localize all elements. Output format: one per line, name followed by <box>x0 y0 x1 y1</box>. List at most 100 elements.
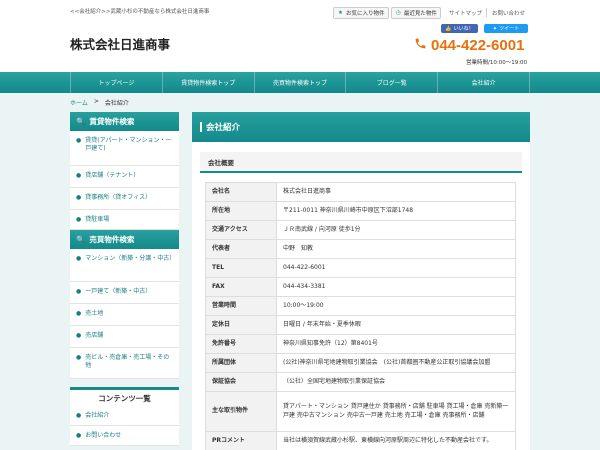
sidebar-item-sale-mansion[interactable]: ● マンション（新築・分譲・中古） <box>70 249 179 282</box>
phone-text: 044-422-6001 <box>431 37 525 54</box>
row-value: 10:00～19:00 <box>276 296 516 316</box>
recent-label: 最近見た物件 <box>403 11 437 17</box>
breadcrumb-separator: > <box>93 98 99 105</box>
like-label: いいね！ <box>453 26 474 32</box>
search-icon: 🔍 <box>76 235 86 244</box>
table-row: 代表者 中野 知教 <box>205 239 516 259</box>
bullet-icon: ● <box>76 354 82 361</box>
header: <<会社紹介>>武蔵小杉の不動産なら株式会社日進商事 ★ お気に入り物件 ◷ 最… <box>0 0 600 72</box>
table-row: PRコメント 当社は横須賀線武蔵小杉駅、東横線向河原駅周辺に特化した不動産会社です… <box>205 431 516 450</box>
row-value: 044-434-3381 <box>276 277 516 297</box>
contact-link[interactable]: お問い合わせ <box>492 9 525 17</box>
sidebar-item-sale-house[interactable]: ● 一戸建て（新築・中古） <box>70 282 179 304</box>
row-label: TEL <box>205 258 277 278</box>
favorites-label: お気に入り物件 <box>345 11 385 17</box>
row-label: 代表者 <box>205 239 277 259</box>
table-row: 交通アクセス ＪＲ南武線 / 向河原 徒歩1分 <box>205 220 516 240</box>
clock-icon: ◷ <box>396 10 401 16</box>
search-icon: 🔍 <box>76 117 86 126</box>
sidebar: 🔍 賃貸物件検索 ● 賃貸(アパート・マンション・一戸建て) ● 貸店舗（テナン… <box>70 112 179 446</box>
sidebar-item-label: 一戸建て（新築・中古） <box>85 288 152 295</box>
sidebar-item-sale-shop[interactable]: ● 売店舗 <box>70 326 179 348</box>
sale-search-heading: 🔍 売買物件検索 <box>70 230 179 249</box>
table-row: 定休日 日曜日 / 年末年始・夏季休暇 <box>205 315 516 335</box>
bird-icon: ✦ <box>492 25 498 32</box>
sidebar-item-label: 売ビル・売倉庫・売工場・その他 <box>85 354 170 370</box>
nav-rent-search[interactable]: 賃貸物件検索トップ <box>161 72 254 93</box>
sidebar-item-sale-other[interactable]: ● 売ビル・売倉庫・売工場・その他 <box>70 348 179 379</box>
bar-icon <box>200 122 202 132</box>
header-divider <box>486 8 487 17</box>
row-label: FAX <box>205 277 277 297</box>
sidebar-item-rent-residential[interactable]: ● 賃貸(アパート・マンション・一戸建て) <box>70 131 179 166</box>
row-value: (公社)神奈川県宅地建物取引業協会 (公社)首都圏不動産公正取引協議会加盟 <box>276 353 516 373</box>
bullet-icon: ● <box>76 310 82 317</box>
table-row: TEL 044-422-6001 <box>205 258 516 278</box>
favorites-button[interactable]: ★ お気に入り物件 <box>333 7 389 19</box>
sidebar-item-label: お問い合わせ <box>85 432 122 439</box>
bullet-icon: ● <box>76 412 82 419</box>
row-value: 044-422-6001 <box>276 258 516 278</box>
site-tagline: <<会社紹介>>武蔵小杉の不動産なら株式会社日進商事 <box>70 9 210 15</box>
row-label: 定休日 <box>205 315 277 335</box>
page-title: 会社紹介 <box>192 112 530 142</box>
row-label: 交通アクセス <box>205 220 277 240</box>
company-info-table: 会社名 株式会社日進商事 所在地 〒211-0011 神奈川県川崎市中原区下沼部174… <box>205 182 516 450</box>
sidebar-item-label: 貸事務所（貸オフィス） <box>85 194 152 201</box>
row-value: 中野 知教 <box>276 239 516 259</box>
breadcrumb-current: 会社紹介 <box>104 100 129 107</box>
global-nav: トップページ 賃貸物件検索トップ 売買物件検索トップ ブログ一覧 会社紹介 <box>0 72 600 93</box>
sidebar-item-label: 会社紹介 <box>85 412 110 419</box>
table-row: 保証協会 （公社）全国宅地建物取引業保証協会 <box>205 372 516 392</box>
rent-search-title: 賃貸物件検索 <box>89 117 135 126</box>
nav-sale-search[interactable]: 売買物件検索トップ <box>253 72 346 93</box>
business-hours: 営業時間/10:00～19:00 <box>466 60 528 66</box>
sidebar-item-rent-shop[interactable]: ● 貸店舗（テナント） <box>70 166 179 188</box>
sidebar-item-rent-parking[interactable]: ● 貸駐車場 <box>70 210 179 230</box>
row-value: ＪＲ南武線 / 向河原 徒歩1分 <box>276 220 516 240</box>
bullet-icon: ● <box>76 216 82 223</box>
bullet-icon: ● <box>76 255 82 262</box>
row-value: 貸アパート・マンション 貸戸建住か 貸事務所・店舗 駐車場 貸工場・倉庫 売新築… <box>276 391 516 432</box>
star-icon: ★ <box>338 10 343 16</box>
sidebar-item-company[interactable]: ● 会社紹介 <box>70 406 179 426</box>
row-label: 所属団体 <box>205 353 277 373</box>
site-logo[interactable]: 株式会社日進商事 <box>70 34 170 53</box>
row-value: 株式会社日進商事 <box>276 182 516 202</box>
row-value: （公社）全国宅地建物取引業保証協会 <box>276 372 516 392</box>
bullet-icon: ● <box>76 172 82 179</box>
table-row: 営業時間 10:00～19:00 <box>205 296 516 316</box>
sidebar-item-rent-office[interactable]: ● 貸事務所（貸オフィス） <box>70 188 179 210</box>
phone-number[interactable]: 044-422-6001 <box>414 37 524 54</box>
tweet-label: ツイート <box>499 26 520 32</box>
nav-top[interactable]: トップページ <box>70 72 162 93</box>
table-row: 主な取引物件 貸アパート・マンション 貸戸建住か 貸事務所・店舗 駐車場 貸工場・… <box>205 391 516 432</box>
sidebar-item-label: 賃貸(アパート・マンション・一戸建て) <box>85 137 172 153</box>
sidebar-item-label: 貸店舗（テナント） <box>85 172 140 179</box>
table-row: 免許番号 神奈川県知事免許（12）第8401号 <box>205 334 516 354</box>
breadcrumb: ホーム > 会社紹介 <box>70 98 129 107</box>
table-row: 会社名 株式会社日進商事 <box>205 182 516 202</box>
sidebar-item-sale-land[interactable]: ● 売土地 <box>70 304 179 326</box>
bullet-icon: ● <box>76 332 82 339</box>
nav-blog[interactable]: ブログ一覧 <box>345 72 437 93</box>
table-row: FAX 044-434-3381 <box>205 277 516 297</box>
rent-search-heading: 🔍 賃貸物件検索 <box>70 112 179 131</box>
sidebar-item-contact[interactable]: ● お問い合わせ <box>70 426 179 446</box>
section-title: 会社概要 <box>200 152 522 173</box>
recent-button[interactable]: ◷ 最近見た物件 <box>391 7 441 19</box>
sidebar-item-label: 売土地 <box>85 310 104 317</box>
sitemap-link[interactable]: サイトマップ <box>449 9 482 17</box>
bullet-icon: ● <box>76 194 82 201</box>
page-title-text: 会社紹介 <box>206 123 241 133</box>
table-row: 所属団体 (公社)神奈川県宅地建物取引業協会 (公社)首都圏不動産公正取引協議会加… <box>205 353 516 373</box>
main-content: 会社紹介 会社概要 会社名 株式会社日進商事 所在地 〒211-0011 神奈川県川崎… <box>192 112 530 450</box>
tweet-button[interactable]: ✦ ツイート <box>484 24 528 33</box>
row-label: 免許番号 <box>205 334 277 354</box>
breadcrumb-home[interactable]: ホーム <box>70 98 88 107</box>
row-value: 当社は横須賀線武蔵小杉駅、東横線向河原駅周辺に特化した不動産会社です。 <box>276 431 516 450</box>
facebook-like-button[interactable]: 👍 いいね！ <box>441 24 478 33</box>
row-value: 〒211-0011 神奈川県川崎市中原区下沼部1748 <box>276 201 516 221</box>
thumbs-up-icon: 👍 <box>445 25 452 32</box>
nav-company[interactable]: 会社紹介 <box>437 72 530 93</box>
